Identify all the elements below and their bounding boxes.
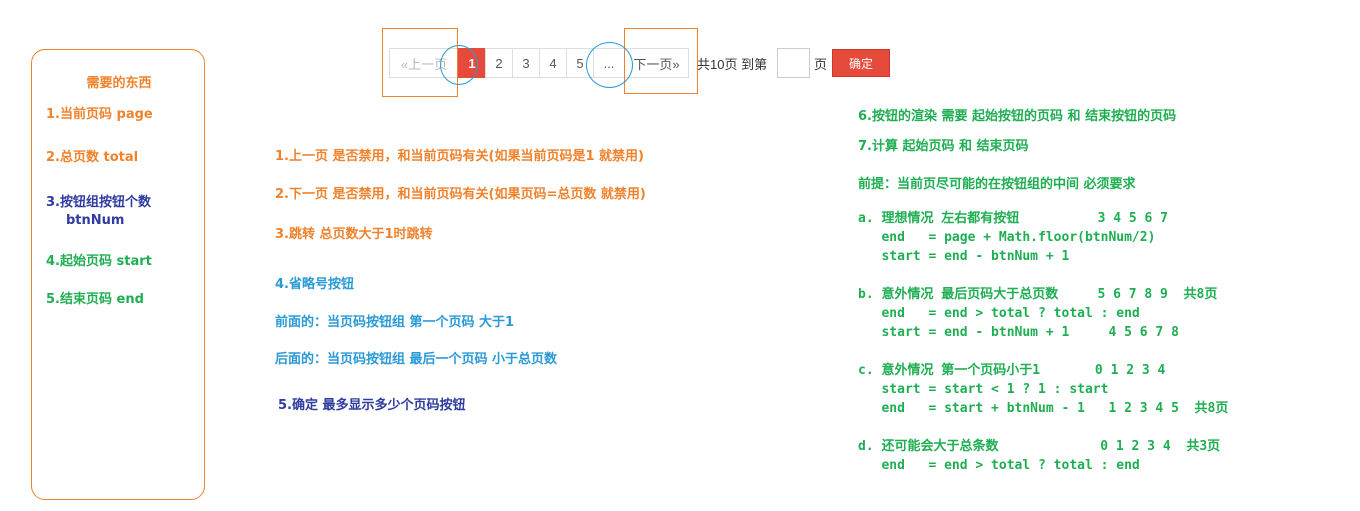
note-jump: 3.跳转 总页数大于1时跳转 bbox=[275, 227, 433, 242]
case-d-line1: d. 还可能会大于总条数 0 1 2 3 4 共3页 bbox=[858, 439, 1221, 454]
case-a-line3: start = end - btnNum + 1 bbox=[858, 249, 1070, 264]
total-pages-text: 共10页 到第 bbox=[697, 57, 768, 72]
case-d-line2: end = end > total ? total : end bbox=[858, 458, 1140, 473]
page-button-2[interactable]: 2 bbox=[485, 48, 513, 78]
page-button-4[interactable]: 4 bbox=[539, 48, 567, 78]
note-ellipsis-front: 前面的：当页码按钮组 第一个页码 大于1 bbox=[275, 315, 515, 330]
case-a-line1: a. 理想情况 左右都有按钮 3 4 5 6 7 bbox=[858, 211, 1169, 226]
requirement-start: 4.起始页码 start bbox=[46, 254, 152, 269]
jump-page-input[interactable] bbox=[777, 48, 810, 78]
case-c-line2: start = start < 1 ? 1 : start bbox=[858, 382, 1109, 397]
note-ellipsis: 4.省略号按钮 bbox=[275, 277, 354, 292]
requirement-btnnum: 3.按钮组按钮个数 bbox=[46, 195, 151, 210]
case-b-line1: b. 意外情况 最后页码大于总页数 5 6 7 8 9 共8页 bbox=[858, 287, 1218, 302]
requirement-btnnum-var: btnNum bbox=[66, 213, 125, 228]
case-c-line3: end = start + btnNum - 1 1 2 3 4 5 共8页 bbox=[858, 401, 1229, 416]
note-premise: 前提：当前页尽可能的在按钮组的中间 必须要求 bbox=[858, 177, 1136, 192]
case-c-line1: c. 意外情况 第一个页码小于1 0 1 2 3 4 bbox=[858, 363, 1166, 378]
requirement-end: 5.结束页码 end bbox=[46, 292, 144, 307]
requirements-title: 需要的东西 bbox=[86, 76, 152, 91]
case-a-line2: end = page + Math.floor(btnNum/2) bbox=[858, 230, 1156, 245]
note-calc: 7.计算 起始页码 和 结束页码 bbox=[858, 139, 1029, 154]
note-next-disabled: 2.下一页 是否禁用，和当前页码有关(如果页码=总页数 就禁用) bbox=[275, 187, 646, 202]
first-page-circle bbox=[440, 45, 478, 85]
note-render: 6.按钮的渲染 需要 起始按钮的页码 和 结束按钮的页码 bbox=[858, 109, 1177, 124]
case-b-line2: end = end > total ? total : end bbox=[858, 306, 1140, 321]
next-highlight-box bbox=[624, 28, 698, 94]
requirement-page: 1.当前页码 page bbox=[46, 107, 153, 122]
note-prev-disabled: 1.上一页 是否禁用，和当前页码有关(如果当前页码是1 就禁用) bbox=[275, 149, 644, 164]
note-confirm: 5.确定 最多显示多少个页码按钮 bbox=[278, 398, 466, 413]
confirm-button[interactable]: 确定 bbox=[832, 49, 890, 77]
requirement-total: 2.总页数 total bbox=[46, 150, 139, 165]
case-b-line3: start = end - btnNum + 1 4 5 6 7 8 bbox=[858, 325, 1179, 340]
ellipsis-circle bbox=[586, 42, 633, 88]
page-button-3[interactable]: 3 bbox=[512, 48, 540, 78]
page-unit-text: 页 bbox=[814, 57, 828, 72]
note-ellipsis-back: 后面的：当页码按钮组 最后一个页码 小于总页数 bbox=[275, 352, 558, 367]
